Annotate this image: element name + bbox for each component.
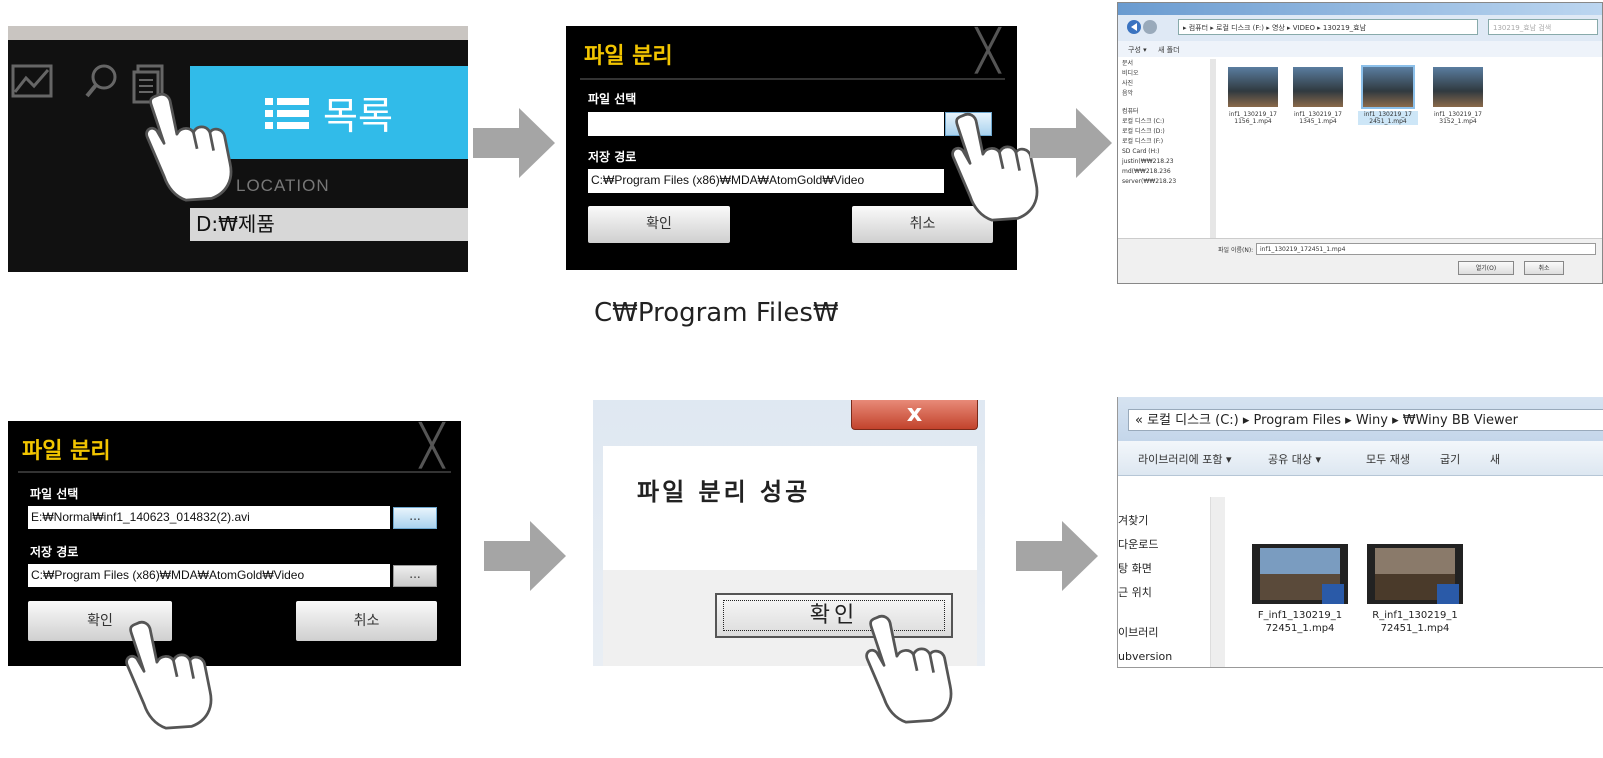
nav-item[interactable]: 겨찾기 bbox=[1118, 509, 1172, 533]
address-input[interactable]: ▸ 컴퓨터 ▸ 로컬 디스크 (F:) ▸ 영상 ▸ VIDEO ▸ 13021… bbox=[1178, 19, 1478, 35]
dialog-title: 파일 분리 bbox=[584, 44, 673, 69]
file-name[interactable]: inf1_130219_17 3152_1.mp4 bbox=[1428, 111, 1488, 125]
filename-label: 파일 이름(N): bbox=[1218, 247, 1254, 254]
nav-item[interactable]: 문서 bbox=[1122, 59, 1212, 69]
arrow-right-icon bbox=[473, 108, 555, 178]
save-path-label: 저장 경로 bbox=[588, 150, 637, 164]
nav-pane: 겨찾기 다운로드 탕 화면 근 위치 이브러리 ubversion bbox=[1118, 509, 1172, 667]
cancel-button[interactable]: 취소 bbox=[1524, 261, 1564, 275]
cancel-button[interactable]: 취소 bbox=[296, 601, 437, 641]
file-name[interactable]: inf1_130219_17 1345_1.mp4 bbox=[1288, 111, 1348, 125]
share-with-button[interactable]: 공유 대상 ▾ bbox=[1268, 451, 1321, 467]
nav-item[interactable]: 로컬 디스크 (D:) bbox=[1122, 127, 1212, 137]
divider bbox=[18, 471, 451, 473]
nav-item[interactable]: 이브러리 bbox=[1118, 621, 1172, 645]
video-file-icon[interactable] bbox=[1367, 544, 1463, 604]
success-message: 파일 분리 성공 bbox=[637, 478, 811, 506]
message-area bbox=[603, 446, 977, 570]
list-icon bbox=[265, 97, 310, 129]
nav-item[interactable]: 다운로드 bbox=[1118, 533, 1172, 557]
play-all-button[interactable]: 모두 재생 bbox=[1366, 451, 1410, 467]
video-thumbnail-selected[interactable] bbox=[1361, 65, 1415, 109]
nav-item[interactable]: 탕 화면 bbox=[1118, 557, 1172, 581]
nav-item[interactable]: ubversion bbox=[1118, 645, 1172, 667]
nav-item[interactable]: 로컬 디스크 (F:) bbox=[1122, 137, 1212, 147]
open-button[interactable]: 열기(O) bbox=[1458, 261, 1514, 275]
nav-item[interactable]: 컴퓨터 bbox=[1122, 107, 1212, 117]
save-path-label: 저장 경로 bbox=[30, 545, 79, 559]
file-select-input[interactable]: E:₩Normal₩inf1_140623_014832(2).avi bbox=[28, 506, 390, 529]
arrow-right-icon bbox=[484, 521, 566, 591]
file-select-input[interactable] bbox=[588, 112, 944, 136]
back-forward-icon[interactable] bbox=[1126, 19, 1166, 35]
nav-item[interactable]: SD Card (H:) bbox=[1122, 147, 1212, 157]
nav-item[interactable]: 음악 bbox=[1122, 89, 1212, 99]
arrow-right-icon bbox=[1016, 521, 1098, 591]
chart-icon[interactable] bbox=[10, 62, 56, 102]
burn-button[interactable]: 굽기 bbox=[1440, 451, 1460, 467]
list-menu-label: 목록 bbox=[323, 94, 393, 138]
organize-button[interactable]: 구성 ▾ bbox=[1128, 45, 1147, 55]
video-thumbnail[interactable] bbox=[1228, 67, 1278, 107]
save-path-input[interactable]: C:₩Program Files (x86)₩MDA₩AtomGold₩Vide… bbox=[28, 564, 390, 587]
file-name[interactable]: F_inf1_130219_1 72451_1.mp4 bbox=[1245, 609, 1355, 635]
title-strip bbox=[8, 26, 468, 40]
file-name-selected[interactable]: inf1_130219_17 2451_1.mp4 bbox=[1358, 111, 1418, 125]
nav-item[interactable]: server(₩₩218.23 bbox=[1122, 177, 1212, 187]
video-thumbnail[interactable] bbox=[1433, 67, 1483, 107]
nav-item[interactable]: 로컬 디스크 (C:) bbox=[1122, 117, 1212, 127]
include-in-library-button[interactable]: 라이브러리에 포함 ▾ bbox=[1138, 451, 1231, 467]
new-folder-button[interactable]: 새 bbox=[1490, 451, 1500, 467]
divider bbox=[580, 78, 1005, 80]
window-titlebar bbox=[1118, 3, 1602, 15]
path-caption: C₩Program Files₩ bbox=[594, 298, 839, 328]
pointer-hand-icon bbox=[125, 620, 213, 730]
nav-item[interactable]: 근 위치 bbox=[1118, 581, 1172, 605]
file-select-label: 파일 선택 bbox=[588, 92, 637, 106]
arrow-right-icon bbox=[1030, 108, 1112, 178]
search-input[interactable]: 130219_효남 검색 bbox=[1488, 19, 1598, 35]
filename-input[interactable]: inf1_130219_172451_1.mp4 bbox=[1256, 243, 1596, 255]
file-name[interactable]: inf1_130219_17 1156_1.mp4 bbox=[1223, 111, 1283, 125]
open-file-explorer: ▸ 컴퓨터 ▸ 로컬 디스크 (F:) ▸ 영상 ▸ VIDEO ▸ 13021… bbox=[1117, 2, 1603, 284]
pointer-hand-icon bbox=[865, 614, 953, 724]
new-folder-button[interactable]: 새 폴더 bbox=[1158, 45, 1180, 55]
save-path-input[interactable]: C:₩Program Files (x86)₩MDA₩AtomGold₩Vide… bbox=[588, 169, 944, 193]
scrollbar[interactable] bbox=[1210, 59, 1216, 239]
confirm-button[interactable]: 확인 bbox=[588, 206, 730, 243]
result-folder-explorer: « 로컬 디스크 (C:) ▸ Program Files ▸ Winy ▸ ₩… bbox=[1117, 397, 1603, 668]
dialog-title: 파일 분리 bbox=[22, 439, 111, 464]
file-name[interactable]: R_inf1_130219_1 72451_1.mp4 bbox=[1360, 609, 1470, 635]
address-input[interactable]: « 로컬 디스크 (C:) ▸ Program Files ▸ Winy ▸ ₩… bbox=[1128, 409, 1603, 431]
browse-button[interactable]: ... bbox=[393, 507, 437, 529]
location-field[interactable]: D:₩제품 bbox=[190, 208, 468, 241]
toolbar: 구성 ▾ 새 폴더 bbox=[1118, 41, 1602, 57]
scrollbar[interactable] bbox=[1210, 497, 1225, 667]
close-icon[interactable]: ╳ bbox=[420, 423, 444, 469]
search-icon[interactable] bbox=[82, 62, 122, 102]
video-file-icon[interactable] bbox=[1252, 544, 1348, 604]
nav-item[interactable]: md(₩₩218.236 bbox=[1122, 167, 1212, 177]
nav-item[interactable]: justin(₩₩218.23 bbox=[1122, 157, 1212, 167]
close-button[interactable]: x bbox=[851, 400, 978, 430]
nav-item[interactable]: 비디오 bbox=[1122, 69, 1212, 79]
close-icon[interactable]: ╳ bbox=[976, 28, 1000, 74]
video-thumbnail[interactable] bbox=[1293, 67, 1343, 107]
pointer-hand-icon bbox=[145, 92, 233, 202]
file-select-label: 파일 선택 bbox=[30, 487, 79, 501]
browse-button[interactable]: ... bbox=[393, 565, 437, 587]
nav-item[interactable]: 사진 bbox=[1122, 79, 1212, 89]
nav-pane: 문서 비디오 사진 음악 컴퓨터 로컬 디스크 (C:) 로컬 디스크 (D:)… bbox=[1122, 59, 1212, 187]
